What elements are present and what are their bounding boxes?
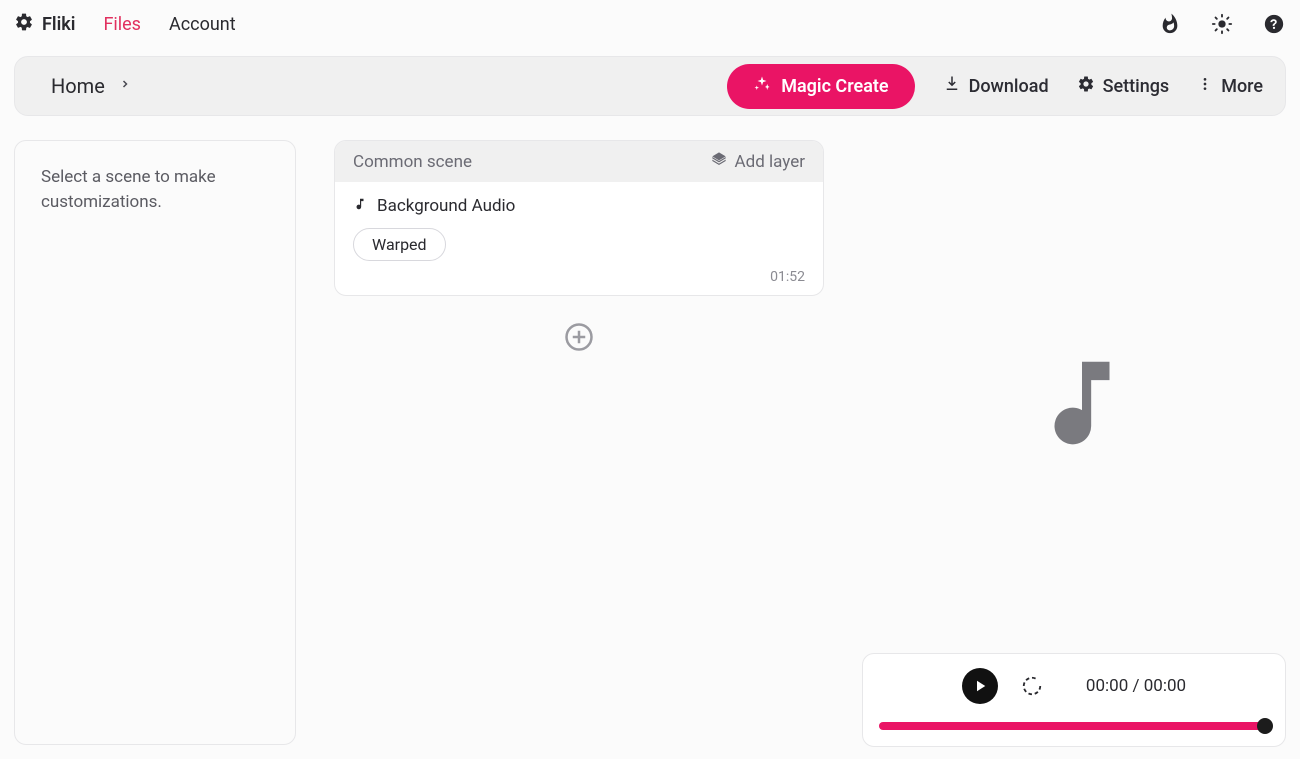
settings-button[interactable]: Settings (1077, 75, 1170, 98)
scene-card[interactable]: Common scene Add layer Background Audio … (334, 140, 824, 296)
track-pill[interactable]: Warped (353, 228, 446, 261)
toolbar: Home Magic Create Download Settings (14, 56, 1286, 116)
play-button[interactable] (962, 668, 998, 704)
settings-label: Settings (1103, 76, 1170, 97)
more-icon (1197, 76, 1213, 97)
progress-thumb[interactable] (1257, 718, 1273, 734)
scene-title: Common scene (353, 152, 472, 172)
gear-icon (1077, 75, 1095, 98)
download-icon (943, 75, 961, 98)
breadcrumb-home[interactable]: Home (51, 74, 105, 98)
theme-toggle-icon[interactable] (1210, 12, 1234, 36)
download-label: Download (969, 76, 1049, 97)
scene-duration: 01:52 (353, 269, 805, 285)
nav-link-files[interactable]: Files (103, 14, 141, 35)
player-bar: 00:00 / 00:00 (862, 653, 1286, 747)
scene-card-body: Background Audio Warped 01:52 (335, 182, 823, 295)
more-button[interactable]: More (1197, 76, 1263, 97)
time-total: 00:00 (1144, 676, 1186, 696)
layer-label: Background Audio (377, 196, 515, 216)
breadcrumb[interactable]: Home (51, 74, 131, 98)
replay-button[interactable] (1020, 674, 1044, 698)
trending-icon[interactable] (1158, 12, 1182, 36)
layer-row[interactable]: Background Audio (353, 196, 805, 216)
add-layer-label: Add layer (735, 152, 805, 172)
scene-column: Common scene Add layer Background Audio … (334, 140, 824, 352)
toolbar-actions: Magic Create Download Settings More (727, 64, 1263, 109)
inspector-panel: Select a scene to make customizations. (14, 140, 296, 745)
layers-icon (711, 151, 727, 172)
inspector-placeholder: Select a scene to make customizations. (41, 167, 216, 212)
brand-label: Fliki (42, 14, 75, 35)
add-scene-button[interactable] (564, 322, 594, 352)
nav-left: Fliki Files Account (14, 12, 236, 37)
progress-track (879, 722, 1269, 730)
more-label: More (1221, 76, 1263, 97)
music-note-icon (353, 196, 367, 216)
nav-right (1158, 12, 1286, 36)
help-icon[interactable] (1262, 12, 1286, 36)
chevron-right-icon (119, 78, 131, 94)
top-nav: Fliki Files Account (0, 0, 1300, 48)
track-name: Warped (372, 235, 427, 254)
add-layer-button[interactable]: Add layer (711, 151, 805, 172)
magic-create-button[interactable]: Magic Create (727, 64, 914, 109)
time-current: 00:00 (1086, 676, 1128, 696)
sparkle-icon (753, 75, 771, 98)
time-display: 00:00 / 00:00 (1086, 676, 1186, 696)
brand[interactable]: Fliki (14, 12, 75, 37)
download-button[interactable]: Download (943, 75, 1049, 98)
time-separator: / (1128, 676, 1143, 696)
brand-icon (14, 12, 34, 37)
nav-link-account[interactable]: Account (169, 14, 236, 35)
scene-card-header: Common scene Add layer (335, 141, 823, 182)
preview-placeholder-icon (1027, 328, 1137, 482)
magic-create-label: Magic Create (781, 76, 888, 97)
player-controls: 00:00 / 00:00 (879, 668, 1269, 704)
progress-bar[interactable] (879, 722, 1269, 730)
